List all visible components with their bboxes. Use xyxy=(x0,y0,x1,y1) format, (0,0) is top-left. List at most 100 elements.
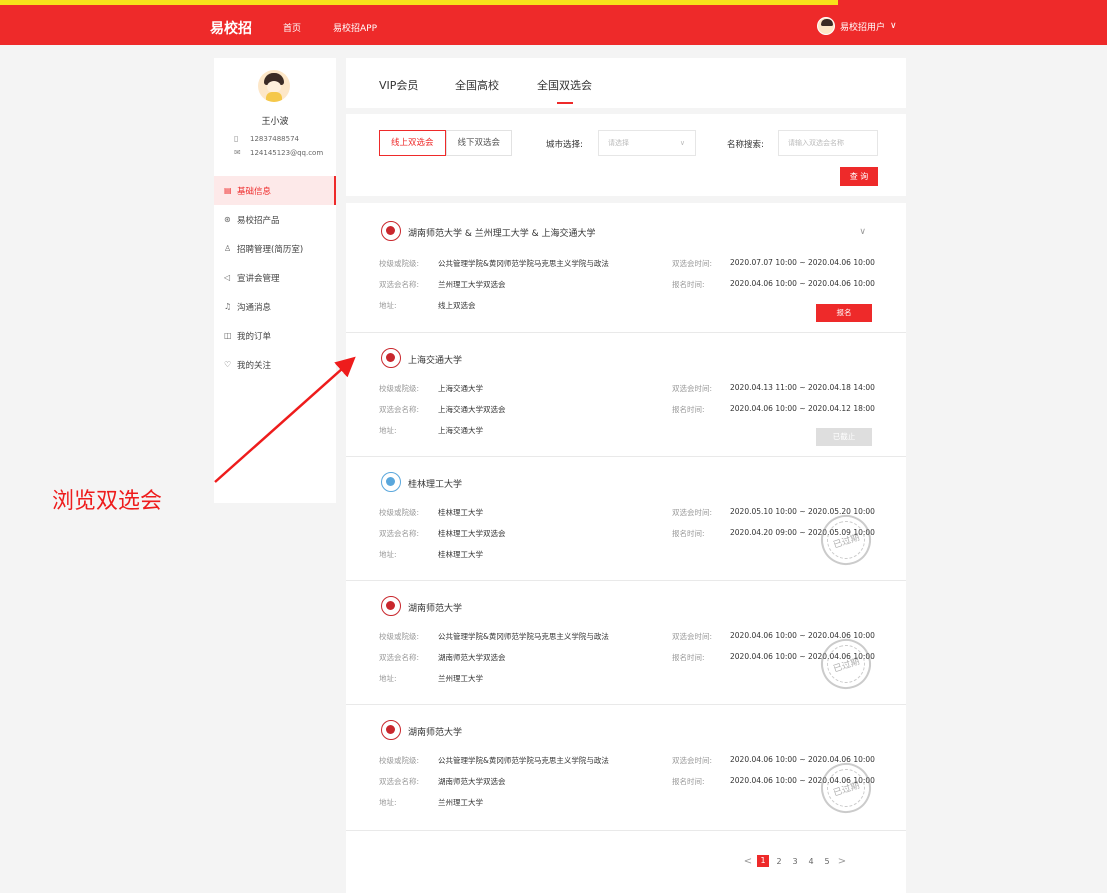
fair-name-label: 双选会名称: xyxy=(379,405,420,414)
address-value: 上海交通大学 xyxy=(438,426,483,435)
user-menu[interactable]: 易校招用户 ∨ xyxy=(817,17,897,35)
fair-title: 桂林理工大学 xyxy=(408,480,463,490)
online-fair-button[interactable]: 线上双选会 xyxy=(379,130,446,156)
sidebar-item-follows[interactable]: ♡ 我的关注 xyxy=(214,350,336,379)
page-5[interactable]: 5 xyxy=(819,857,835,866)
school-label: 校级或院级: xyxy=(379,756,420,765)
avatar xyxy=(817,17,835,35)
list-item: 上海交通大学 校级或院级: 上海交通大学 双选会名称: 上海交通大学双选会 地址… xyxy=(346,333,906,457)
sidebar: 王小波 ▯ 12837488574 ✉ 124145123@qq.com ▤ 基… xyxy=(214,58,336,503)
signup-time-label: 报名时间: xyxy=(672,529,705,538)
fair-name-label: 双选会名称: xyxy=(379,280,420,289)
bell-icon: ♫ xyxy=(224,302,232,311)
fair-name-value: 湖南师范大学双选会 xyxy=(438,653,506,662)
school-value: 上海交通大学 xyxy=(438,384,483,393)
speaker-icon: ◁ xyxy=(224,273,231,282)
sidebar-item-basic-info[interactable]: ▤ 基础信息 xyxy=(214,176,336,205)
name-search-input[interactable]: 请输入双选会名称 xyxy=(778,130,878,156)
annotation-label: 浏览双选会 xyxy=(52,489,163,514)
address-value: 桂林理工大学 xyxy=(438,550,483,559)
list-item: 湖南师范大学 校级或院级: 公共管理学院&黄冈师范学院马克思主义学院与政法 双选… xyxy=(346,705,906,831)
fair-name-value: 上海交通大学双选会 xyxy=(438,405,506,414)
sidebar-item-orders[interactable]: ◫ 我的订单 xyxy=(214,321,336,350)
expired-stamp: 已过期 xyxy=(814,508,878,572)
list-item: 湖南师范大学 校级或院级: 公共管理学院&黄冈师范学院马克思主义学院与政法 双选… xyxy=(346,581,906,705)
closed-button: 已截止 xyxy=(816,428,872,446)
sidebar-item-messages[interactable]: ♫ 沟通消息 xyxy=(214,292,336,321)
name-search-label: 名称搜索: xyxy=(727,140,764,150)
school-label: 校级或院级: xyxy=(379,508,420,517)
tab-bar: VIP会员 全国高校 全国双选会 xyxy=(346,58,906,108)
university-logo xyxy=(381,596,401,616)
nav-app-link[interactable]: 易校招APP xyxy=(333,21,377,34)
profile-name: 王小波 xyxy=(261,117,289,127)
university-logo xyxy=(381,720,401,740)
address-value: 兰州理工大学 xyxy=(438,674,483,683)
prev-page-button[interactable]: < xyxy=(741,856,755,867)
user-icon: ♙ xyxy=(224,244,232,253)
user-name: 易校招用户 xyxy=(840,22,886,33)
signup-time-value: 2020.04.06 10:00 ~ 2020.04.12 18:00 xyxy=(730,404,875,413)
fair-name-label: 双选会名称: xyxy=(379,529,420,538)
school-value: 公共管理学院&黄冈师范学院马克思主义学院与政法 xyxy=(438,756,609,765)
sidebar-item-recruitment[interactable]: ♙ 招聘管理(简历室) xyxy=(214,234,336,263)
fair-name-value: 兰州理工大学双选会 xyxy=(438,280,506,289)
next-page-button[interactable]: > xyxy=(835,856,849,867)
address-label: 地址: xyxy=(379,674,397,683)
fair-time-label: 双选会时间: xyxy=(672,384,713,393)
tab-universities[interactable]: 全国高校 xyxy=(455,77,499,93)
query-button[interactable]: 查 询 xyxy=(840,167,878,186)
address-label: 地址: xyxy=(379,550,397,559)
fair-time-label: 双选会时间: xyxy=(672,756,713,765)
sidebar-item-products[interactable]: ⊛ 易校招产品 xyxy=(214,205,336,234)
offline-fair-button[interactable]: 线下双选会 xyxy=(445,130,513,156)
page-3[interactable]: 3 xyxy=(787,857,803,866)
signup-time-label: 报名时间: xyxy=(672,405,705,414)
fair-time-label: 双选会时间: xyxy=(672,508,713,517)
navbar: 易校招 首页 易校招APP 易校招用户 ∨ xyxy=(0,8,1107,45)
box-icon: ⊛ xyxy=(224,215,231,224)
city-label: 城市选择: xyxy=(546,140,583,150)
tab-vip[interactable]: VIP会员 xyxy=(379,77,418,93)
tab-job-fairs[interactable]: 全国双选会 xyxy=(537,77,592,104)
school-label: 校级或院级: xyxy=(379,632,420,641)
address-label: 地址: xyxy=(379,798,397,807)
order-icon: ◫ xyxy=(224,331,232,340)
school-label: 校级或院级: xyxy=(379,384,420,393)
fair-name-value: 桂林理工大学双选会 xyxy=(438,529,506,538)
fair-name-value: 湖南师范大学双选会 xyxy=(438,777,506,786)
profile-avatar xyxy=(258,70,290,102)
university-logo xyxy=(381,472,401,492)
profile-email: ✉ 124145123@qq.com xyxy=(234,148,324,157)
sidebar-item-presentations[interactable]: ◁ 宣讲会管理 xyxy=(214,263,336,292)
sidebar-menu: ▤ 基础信息 ⊛ 易校招产品 ♙ 招聘管理(简历室) ◁ 宣讲会管理 ♫ 沟通消… xyxy=(214,176,336,379)
address-label: 地址: xyxy=(379,426,397,435)
expired-stamp: 已过期 xyxy=(814,632,878,696)
fair-title: 湖南师范大学 xyxy=(408,604,463,614)
school-value: 公共管理学院&黄冈师范学院马克思主义学院与政法 xyxy=(438,632,609,641)
city-select[interactable]: 请选择 ∨ xyxy=(598,130,696,156)
profile-phone: ▯ 12837488574 xyxy=(234,134,299,143)
page-2[interactable]: 2 xyxy=(771,857,787,866)
phone-icon: ▯ xyxy=(234,134,239,143)
signup-time-label: 报名时间: xyxy=(672,653,705,662)
fair-time-value: 2020.04.06 10:00 ~ 2020.04.06 10:00 xyxy=(730,755,875,764)
signup-button[interactable]: 报名 xyxy=(816,304,872,322)
fair-name-label: 双选会名称: xyxy=(379,777,420,786)
fair-time-value: 2020.04.13 11:00 ~ 2020.04.18 14:00 xyxy=(730,383,875,392)
chevron-down-icon: ∨ xyxy=(679,139,685,147)
fair-time-value: 2020.04.06 10:00 ~ 2020.04.06 10:00 xyxy=(730,631,875,640)
fair-time-value: 2020.07.07 10:00 ~ 2020.04.06 10:00 xyxy=(730,258,875,267)
signup-time-label: 报名时间: xyxy=(672,777,705,786)
page-1[interactable]: 1 xyxy=(757,855,769,867)
site-logo[interactable]: 易校招 xyxy=(210,18,252,38)
page-4[interactable]: 4 xyxy=(803,857,819,866)
list-item: 湖南师范大学 & 兰州理工大学 & 上海交通大学 ∨ 校级或院级: 公共管理学院… xyxy=(346,203,906,333)
pagination: < 1 2 3 4 5 > xyxy=(741,855,849,867)
nav-home-link[interactable]: 首页 xyxy=(283,21,301,34)
address-value: 线上双选会 xyxy=(438,301,476,310)
chevron-down-icon[interactable]: ∨ xyxy=(859,227,866,237)
filter-panel: 线上双选会 线下双选会 城市选择: 请选择 ∨ 名称搜索: 请输入双选会名称 查… xyxy=(346,114,906,196)
university-logo xyxy=(381,348,401,368)
fair-title: 湖南师范大学 xyxy=(408,728,463,738)
